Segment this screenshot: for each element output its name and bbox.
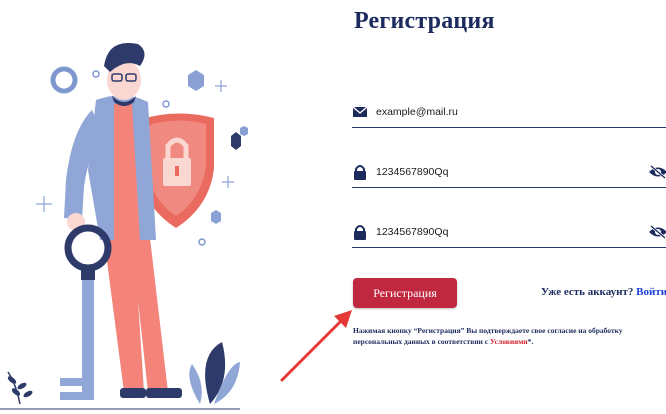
login-prompt: Уже есть аккаунт? Войти — [541, 286, 666, 298]
login-prompt-text: Уже есть аккаунт? — [541, 286, 634, 298]
eye-slash-icon[interactable] — [648, 225, 666, 239]
eye-slash-icon[interactable] — [648, 165, 666, 179]
password-field — [352, 157, 666, 188]
agreement-text-after: *. — [527, 337, 534, 346]
agreement-text-before: Нажимая кнопку “Регистрация” Вы подтверж… — [353, 326, 623, 346]
lock-icon — [354, 225, 366, 240]
register-button[interactable]: Регистрация — [353, 278, 457, 308]
email-field — [352, 97, 666, 128]
password-input[interactable] — [376, 163, 636, 181]
hexagon-decoration — [188, 70, 204, 91]
password-confirm-input[interactable] — [376, 223, 636, 241]
login-link[interactable]: Войти — [636, 286, 666, 298]
envelope-icon — [352, 106, 368, 117]
agreement-text: Нажимая кнопку “Регистрация” Вы подтверж… — [353, 325, 663, 347]
password-confirm-field — [352, 217, 666, 248]
terms-link[interactable]: Условиями — [490, 337, 528, 346]
lock-icon — [354, 165, 366, 180]
ring-decoration — [50, 66, 78, 94]
annotation-arrow — [280, 310, 352, 382]
email-input[interactable] — [376, 103, 636, 121]
page-title: Регистрация — [354, 8, 495, 34]
key-icon — [60, 224, 112, 400]
person-illustration — [64, 42, 182, 398]
